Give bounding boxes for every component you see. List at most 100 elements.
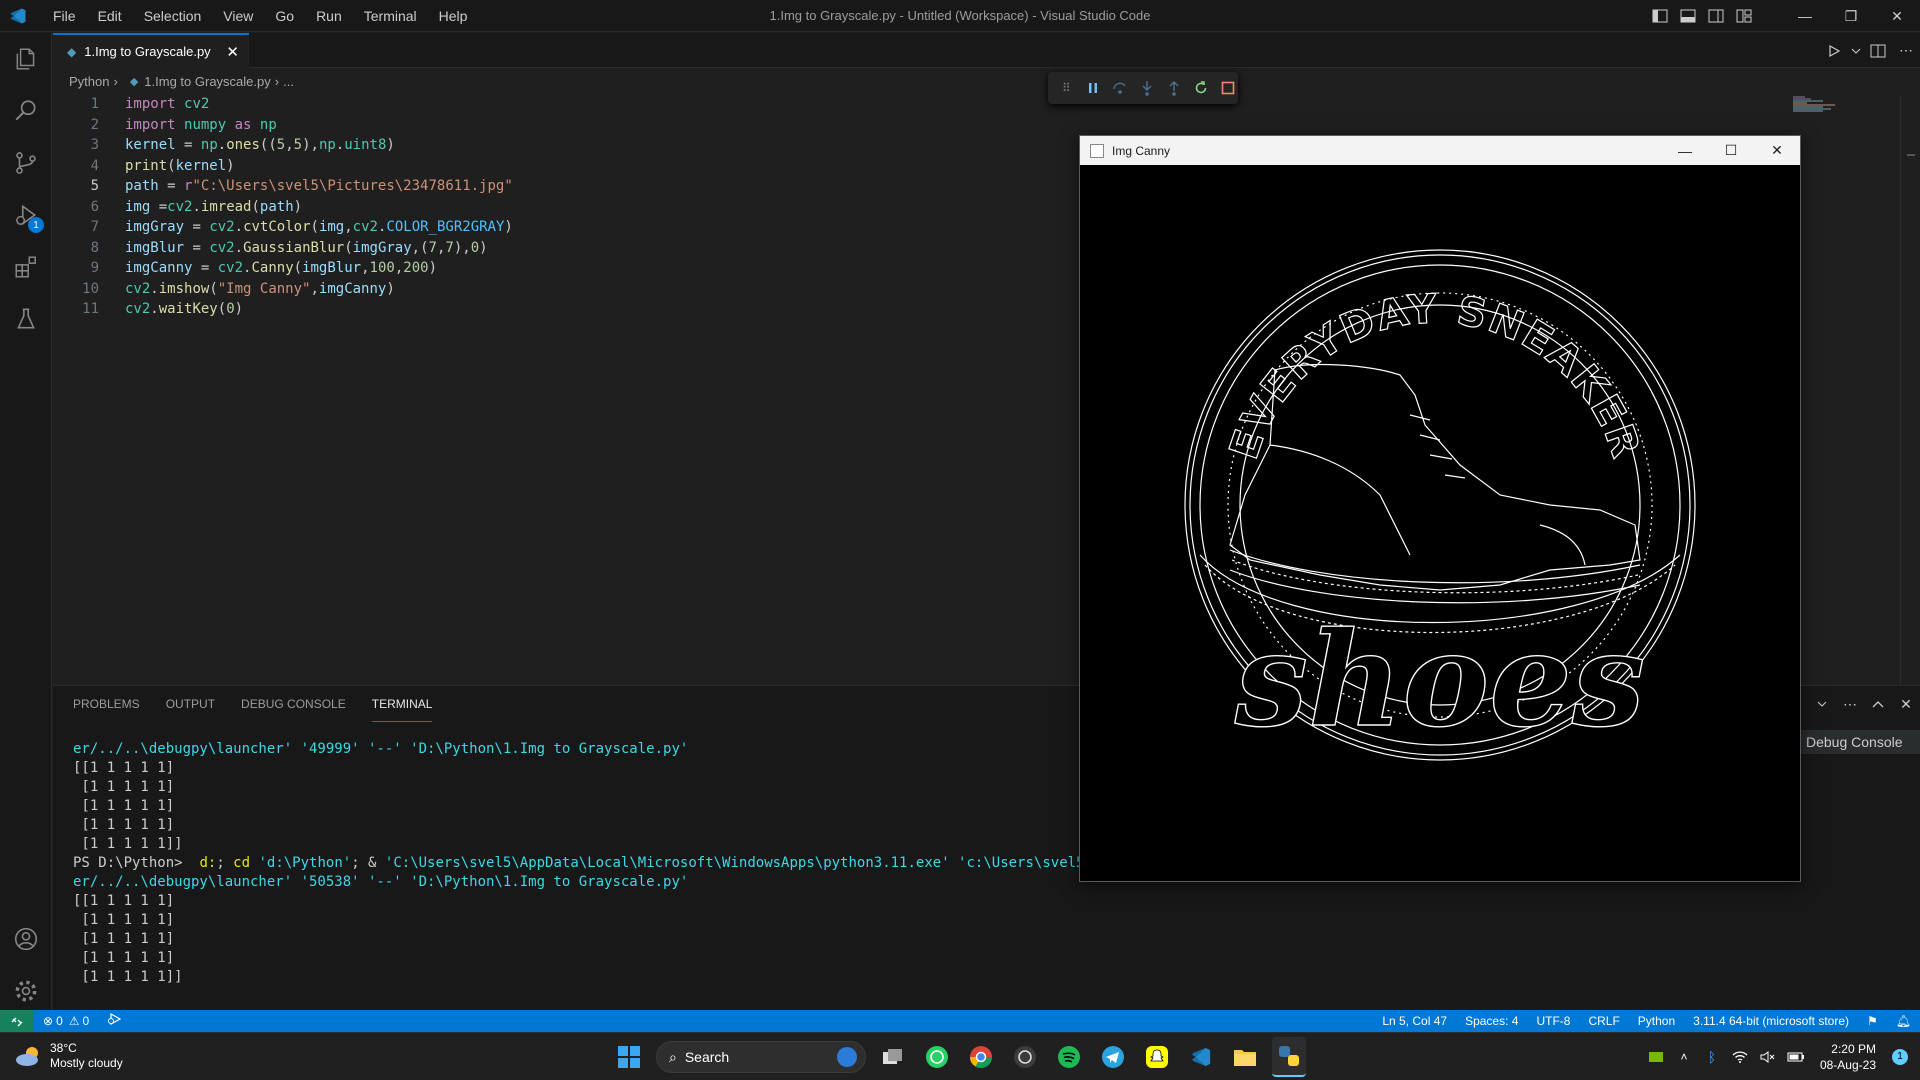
terminal-prompt: PS D:\Python> (73, 855, 192, 871)
tab-close-icon[interactable]: ✕ (226, 43, 239, 61)
opencv-image-window[interactable]: Img Canny — ☐ ✕ EVERYDAY SNEAKER shoes (1079, 135, 1801, 882)
warning-count: 0 (82, 1014, 90, 1028)
terminal-list-item-debug-console[interactable]: Debug Console (1800, 730, 1920, 754)
opencv-title-bar[interactable]: Img Canny — ☐ ✕ (1080, 136, 1800, 165)
editor-scrollbar[interactable] (1900, 96, 1915, 686)
breadcrumb: Python › ◆ 1.Img to Grayscale.py › ... (53, 68, 298, 94)
more-actions-icon[interactable]: ⋯ (1892, 35, 1920, 67)
wifi-icon[interactable] (1726, 1041, 1754, 1073)
source-control-icon[interactable] (0, 137, 52, 189)
file-explorer-icon[interactable] (1228, 1037, 1262, 1077)
terminal-line: er/../..\debugpy\launcher' '49999' '--' … (73, 741, 689, 757)
feedback-icon[interactable]: ⚑ (1858, 1010, 1887, 1032)
cursor-position[interactable]: Ln 5, Col 47 (1373, 1010, 1456, 1032)
chrome-icon[interactable] (964, 1037, 998, 1077)
whatsapp-icon[interactable] (920, 1037, 954, 1077)
search-icon[interactable] (0, 85, 52, 137)
tab-debug-console[interactable]: DEBUG CONSOLE (241, 686, 346, 722)
menu-run[interactable]: Run (305, 0, 353, 32)
debug-launch-icon[interactable] (98, 1010, 130, 1032)
terminal-line: [1 1 1 1 1] (73, 931, 175, 947)
python-interpreter[interactable]: 3.11.4 64-bit (microsoft store) (1684, 1010, 1858, 1032)
opencv-close-icon[interactable]: ✕ (1754, 136, 1800, 165)
remote-icon[interactable] (0, 1010, 34, 1032)
breadcrumb-folder[interactable]: Python (69, 74, 109, 89)
start-button[interactable] (612, 1037, 646, 1077)
minimize-icon[interactable]: — (1782, 0, 1828, 32)
breadcrumb-symbols[interactable]: ... (283, 74, 294, 89)
language-mode[interactable]: Python (1629, 1010, 1684, 1032)
testing-icon[interactable] (0, 293, 52, 345)
menu-terminal[interactable]: Terminal (353, 0, 428, 32)
line-number: 7 (90, 219, 99, 235)
menu-go[interactable]: Go (264, 0, 305, 32)
spotify-icon[interactable] (1052, 1037, 1086, 1077)
step-out-icon[interactable] (1163, 77, 1184, 99)
opencv-maximize-icon[interactable]: ☐ (1708, 136, 1754, 165)
maximize-panel-icon[interactable] (1864, 688, 1892, 720)
opencv-minimize-icon[interactable]: — (1662, 136, 1708, 165)
indentation-status[interactable]: Spaces: 4 (1456, 1010, 1527, 1032)
taskbar-search[interactable]: ⌕ Search (656, 1041, 866, 1073)
weather-widget[interactable]: 38°C Mostly cloudy (14, 1041, 123, 1071)
snapchat-icon[interactable] (1140, 1037, 1174, 1077)
pause-icon[interactable] (1083, 77, 1104, 99)
encoding-status[interactable]: UTF-8 (1527, 1010, 1579, 1032)
python-taskbar-icon[interactable] (1272, 1037, 1306, 1077)
extensions-icon[interactable] (0, 241, 52, 293)
menu-selection[interactable]: Selection (133, 0, 213, 32)
line-number: 5 (90, 178, 99, 194)
line-number: 11 (82, 301, 99, 317)
tab-terminal[interactable]: TERMINAL (371, 686, 433, 722)
toggle-panel-icon[interactable] (1674, 0, 1702, 32)
telegram-icon[interactable] (1096, 1037, 1130, 1077)
tab-problems[interactable]: PROBLEMS (73, 686, 140, 722)
breadcrumb-file[interactable]: 1.Img to Grayscale.py (144, 74, 270, 89)
show-hidden-icons[interactable]: ˄ (1670, 1041, 1698, 1073)
explorer-icon[interactable] (0, 33, 52, 85)
problems-status[interactable]: ⊗ 0 ⚠ 0 (34, 1010, 98, 1032)
notifications-bell-icon[interactable]: 🔔︎ (1887, 1010, 1920, 1032)
accounts-icon[interactable] (0, 913, 52, 965)
vscode-taskbar-icon[interactable] (1184, 1037, 1218, 1077)
menu-help[interactable]: Help (428, 0, 479, 32)
restart-icon[interactable] (1190, 77, 1211, 99)
minimap[interactable] (1793, 96, 1843, 112)
chatgpt-icon[interactable] (1008, 1037, 1042, 1077)
eol-status[interactable]: CRLF (1579, 1010, 1628, 1032)
stop-icon[interactable] (1217, 77, 1238, 99)
nvidia-icon[interactable] (1642, 1041, 1670, 1073)
panel-dropdown-icon[interactable] (1808, 688, 1836, 720)
menu-file[interactable]: File (42, 0, 87, 32)
tab-output[interactable]: OUTPUT (166, 686, 215, 722)
menu-view[interactable]: View (212, 0, 264, 32)
close-panel-icon[interactable]: ✕ (1892, 688, 1920, 720)
toggle-sidebar-icon[interactable] (1646, 0, 1674, 32)
run-dropdown-icon[interactable] (1848, 35, 1864, 67)
run-debug-icon[interactable]: 1 (0, 189, 52, 241)
step-over-icon[interactable] (1110, 77, 1131, 99)
search-icon: ⌕ (669, 1048, 677, 1065)
notification-badge[interactable]: 1 (1892, 1049, 1908, 1065)
menu-edit[interactable]: Edit (87, 0, 133, 32)
restore-icon[interactable]: ❐ (1828, 0, 1874, 32)
code-line: import numpy as np (125, 116, 277, 133)
opencv-window-icon (1090, 143, 1104, 158)
step-into-icon[interactable] (1137, 77, 1158, 99)
volume-muted-icon[interactable] (1754, 1041, 1782, 1073)
toggle-secondary-sidebar-icon[interactable] (1702, 0, 1730, 32)
run-python-icon[interactable] (1820, 35, 1848, 67)
task-view-icon[interactable] (876, 1037, 910, 1077)
battery-icon[interactable] (1782, 1041, 1810, 1073)
drag-handle-icon[interactable]: ⠿ (1056, 77, 1077, 99)
customize-layout-icon[interactable] (1730, 0, 1758, 32)
panel-more-icon[interactable]: ⋯ (1836, 688, 1864, 720)
close-window-icon[interactable]: ✕ (1874, 0, 1920, 32)
code-line: print(kernel) (125, 157, 235, 174)
bluetooth-icon[interactable]: ᛒ (1698, 1041, 1726, 1073)
split-editor-icon[interactable] (1864, 35, 1892, 67)
clock[interactable]: 2:20 PM 08-Aug-23 (1820, 1041, 1876, 1073)
tab-img-to-grayscale[interactable]: ◆ 1.Img to Grayscale.py ✕ (53, 33, 249, 68)
terminal-output[interactable]: er/../..\debugpy\launcher' '49999' '--' … (73, 740, 1135, 987)
cloudy-weather-icon (16, 1047, 38, 1066)
